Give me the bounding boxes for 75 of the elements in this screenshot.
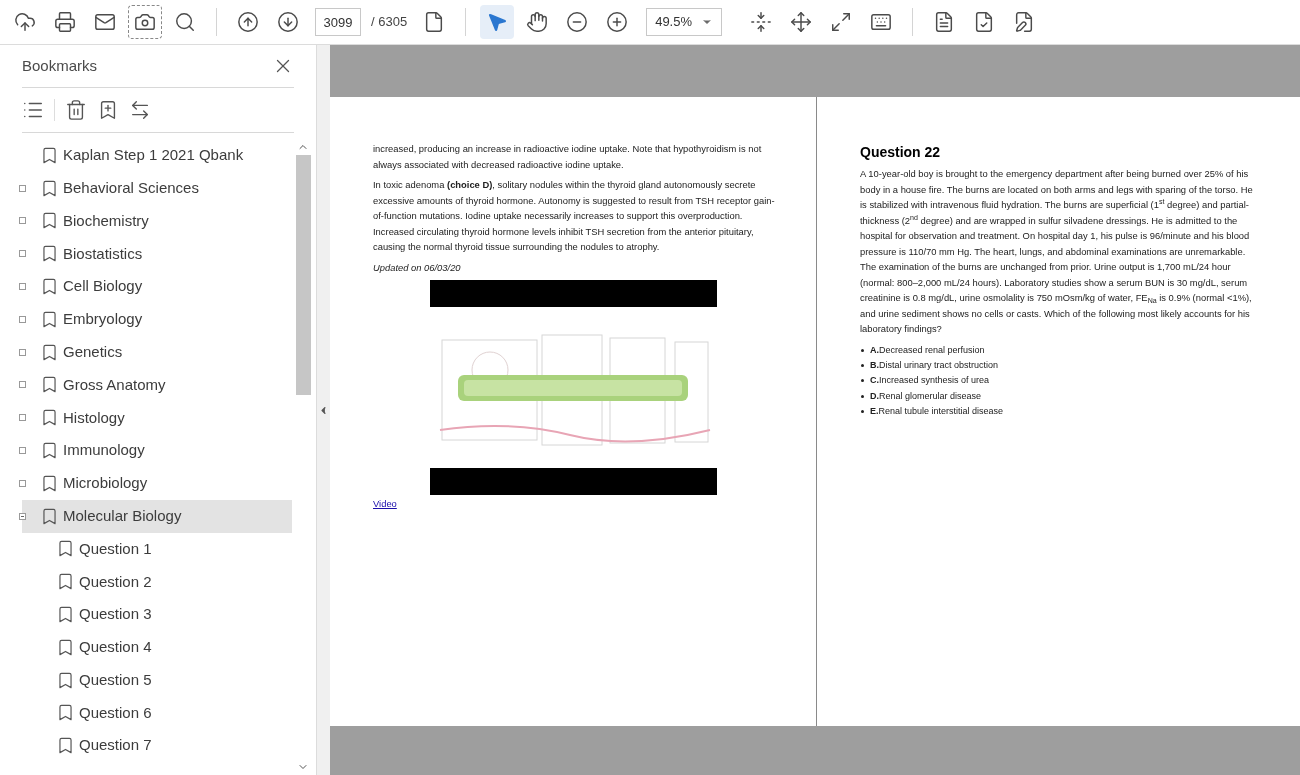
bookmark-icon xyxy=(40,506,59,526)
bookmark-icon xyxy=(40,408,59,428)
bookmark-item[interactable]: Genetics xyxy=(22,335,292,369)
bookmark-icon xyxy=(56,670,75,690)
bullet-icon xyxy=(861,364,864,368)
bullet-icon xyxy=(861,394,864,398)
bookmark-icon xyxy=(40,473,59,493)
update-date: Updated on 06/03/20 xyxy=(373,260,462,275)
answer-choice: E.Renal tubule interstitial disease xyxy=(860,404,1262,420)
bookmark-icon xyxy=(40,309,59,329)
delete-icon xyxy=(65,99,87,121)
select-tool-button[interactable] xyxy=(480,5,515,39)
answer-choice: A.Decreased renal perfusion xyxy=(860,342,1262,358)
expand-toggle[interactable] xyxy=(19,315,26,323)
bullet-icon xyxy=(861,348,864,352)
bookmark-icon xyxy=(40,178,59,198)
bookmark-icon xyxy=(40,441,59,461)
zoom-dropdown[interactable]: 49.5% xyxy=(646,8,723,36)
bookmark-icon xyxy=(40,375,59,395)
paragraph: increased, producing an increase in radioactive iodine uptake. Note that hypothyroidism is not always associated with decreased radioactive iodine uptake. xyxy=(373,142,763,172)
bookmark-icon xyxy=(56,703,75,723)
expand-toggle[interactable] xyxy=(19,414,26,422)
bookmark-icon xyxy=(56,736,75,756)
bookmark-item[interactable]: Histology xyxy=(22,401,292,435)
bookmark-item[interactable]: Kaplan Step 1 2021 Qbank xyxy=(22,139,292,172)
bookmark-item[interactable]: Question 6 xyxy=(22,696,292,730)
page-number-field[interactable]: 3099 xyxy=(315,8,361,36)
panel-title: Bookmarks xyxy=(22,55,98,76)
bookmark-item[interactable]: Behavioral Sciences xyxy=(22,171,292,205)
bookmark-icon xyxy=(56,572,75,592)
video-link[interactable]: Video xyxy=(373,496,397,512)
bookmark-icon xyxy=(56,605,75,625)
expand-toggle[interactable] xyxy=(19,348,26,356)
page-total: / 6305 xyxy=(371,13,408,32)
bookmark-icon xyxy=(56,539,75,559)
bookmark-item[interactable]: Question 2 xyxy=(22,565,292,599)
camera-icon[interactable] xyxy=(128,5,162,39)
bookmark-item[interactable]: Molecular Biology xyxy=(22,499,292,533)
expand-toggle[interactable] xyxy=(19,250,26,258)
expand-arrows-icon xyxy=(129,99,151,121)
expand-toggle[interactable] xyxy=(19,512,26,520)
paragraph: In toxic adenoma (choice D), solitary nodules within the thyroid gland autonomously secrete excessive amounts of thyroid hormone. Autonomy is suggested to result from TSH receptor gain-of-function mutations. Iodine uptake necessarily increases to support this overproduction. Increased circulating thyroid hormone levels inhibit TSH secretion from the anterior pituitary, causing the normal thyroid tissue surrounding the nodules to atrophy. xyxy=(373,178,776,254)
bookmark-item[interactable]: Question 4 xyxy=(22,630,292,664)
expand-toggle[interactable] xyxy=(19,447,26,455)
expand-toggle[interactable] xyxy=(19,381,26,389)
bookmark-item[interactable]: Biochemistry xyxy=(22,204,292,238)
bookmark-item[interactable]: Embryology xyxy=(22,303,292,336)
question-heading: Question 22 xyxy=(860,143,942,161)
bookmark-item[interactable]: Question 5 xyxy=(22,663,292,697)
bookmark-icon xyxy=(40,342,59,362)
hand-icon xyxy=(526,11,549,33)
bookmark-item[interactable]: Cell Biology xyxy=(22,270,292,303)
pointer-icon xyxy=(486,11,509,33)
bookmark-item[interactable]: Immunology xyxy=(22,434,292,467)
answer-choice: D.Renal glomerular disease xyxy=(860,388,1262,405)
answer-choice: B.Distal urinary tract obstruction xyxy=(860,357,1262,374)
bookmark-item[interactable]: Question 1 xyxy=(22,532,292,566)
expand-toggle[interactable] xyxy=(19,184,26,192)
bookmark-item[interactable]: Gross Anatomy xyxy=(22,368,292,402)
bookmark-icon xyxy=(40,145,59,165)
expand-toggle[interactable] xyxy=(19,479,26,487)
bullet-icon xyxy=(861,410,864,414)
expand-toggle[interactable] xyxy=(19,283,26,291)
bullet-icon xyxy=(861,379,864,383)
bookmark-icon xyxy=(40,244,59,264)
bookmark-icon xyxy=(56,637,75,657)
bookmark-item[interactable]: Biostatistics xyxy=(22,237,292,271)
bookmark-item[interactable]: Question 3 xyxy=(22,598,292,631)
bookmark-icon xyxy=(40,211,59,231)
bookmark-item[interactable]: Question 7 xyxy=(22,729,292,763)
expand-toggle[interactable] xyxy=(19,217,26,225)
bookmark-icon xyxy=(40,277,59,297)
question-text: A 10-year-old boy is brought to the emergency department after being burned over 25% of his body in a house fire. The burns are located on both arms and legs with sparing of the torso. He is stabilized with intravenous fluid hydration. The burns are superficial (1$^{st}$ degree) and partial-thickness (2$^{nd}$ degree) and are wrapped in sulfur silvadene dressings. He is admitted to the hospital for observation and treatment. On hospital day 1, his pulse is 96/minute and his blood pressure is 110/70 mm Hg. The heart, lungs, and abdominal examinations are unremarkable. The examination of the burns are unchanged from prior. Urine output is 1,700 mL/24 hour (normal: 800–2,000 mL/24 hours). Laboratory studies show a serum BUN is 30 mg/dL, serum creatinine is 0.8 mg/dL, urine osmolality is 750 mOsm/kg of water, FE$_{Na}$ is 0.9% (normal <1%), and urine sediment shows no cells or casts. Which of the following most likely accounts for his laboratory findings? xyxy=(860,167,1254,336)
bookmark-item[interactable]: Microbiology xyxy=(22,466,292,500)
answer-choice: C.Increased synthesis of urea xyxy=(860,373,1262,389)
